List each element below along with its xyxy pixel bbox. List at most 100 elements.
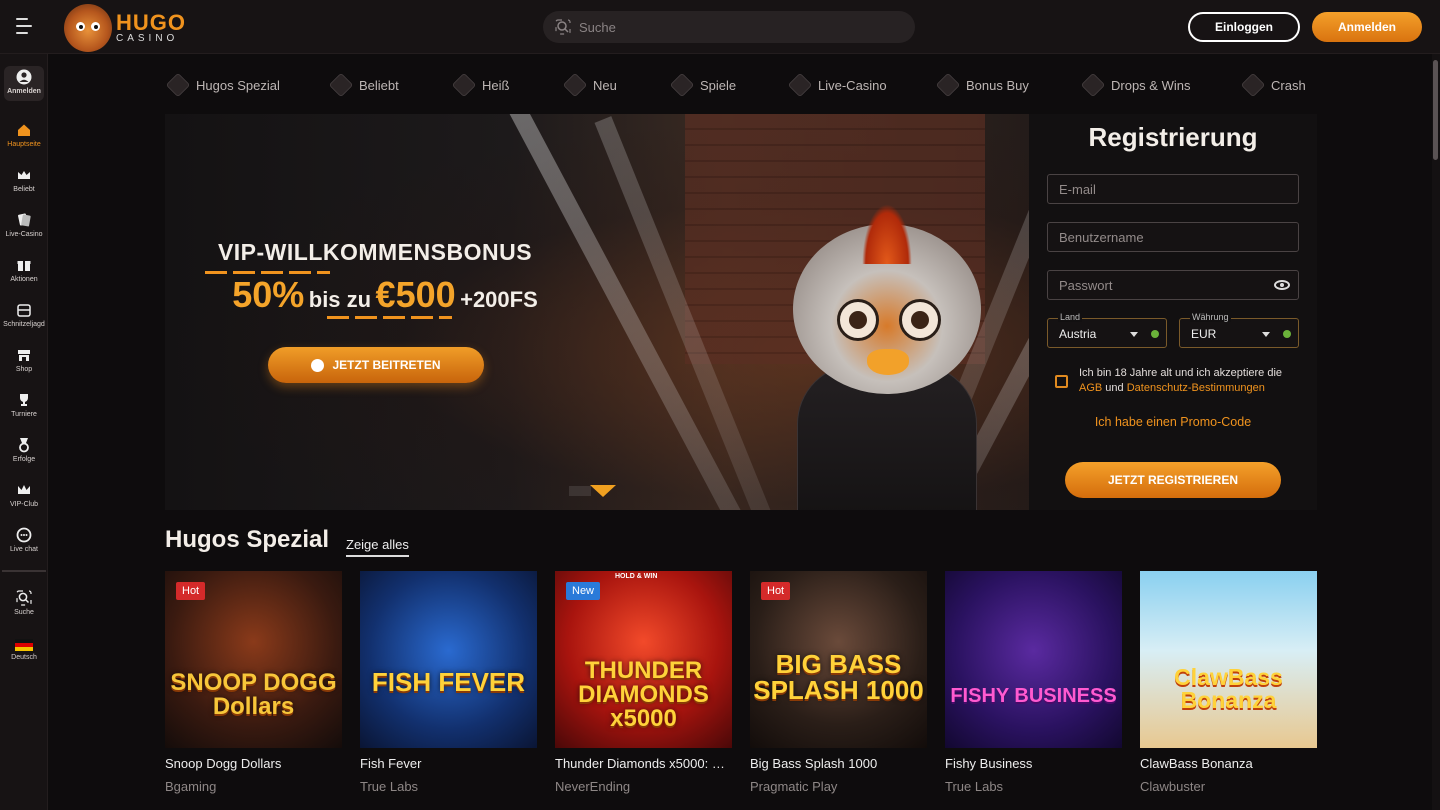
currency-select[interactable]: Währung EUR [1179,312,1299,348]
hot-badge: Hot [176,582,206,600]
section-title: Hugos Spezial [165,526,330,553]
sidebar-item-search[interactable]: Suche [0,590,48,616]
category-label: Heiß [482,77,510,93]
sidebar-item-beliebt[interactable]: Beliebt [0,167,48,193]
banner-divider [327,316,452,319]
category-beliebt[interactable]: Beliebt [328,72,452,98]
signup-button[interactable]: Anmelden [1312,12,1422,42]
drops-icon [1080,72,1106,98]
password-input[interactable] [1059,277,1269,293]
sidebar-login-label: Anmelden [7,88,41,95]
password-field[interactable] [1047,270,1299,300]
country-caption: Land [1058,312,1083,322]
sidebar-item-turniere[interactable]: Turniere [0,392,48,418]
banner-amount: €500 [375,274,456,315]
category-neu[interactable]: Neu [562,72,670,98]
banner-prev-indicator[interactable] [569,486,591,496]
game-card[interactable]: BIG BASS SPLASH 1000 Hot Big Bass Splash… [750,571,927,794]
valid-check-icon [1151,330,1159,338]
page-scrollbar[interactable] [1432,54,1440,810]
game-provider: True Labs [945,779,1004,794]
country-select[interactable]: Land Austria [1047,312,1167,348]
search-input[interactable] [579,19,879,35]
registration-title: Registrierung [1088,122,1258,152]
sidebar-item-label: Shop [15,366,33,373]
join-now-button[interactable]: JETZT BEITRETEN [268,347,484,383]
category-crash[interactable]: Crash [1240,72,1311,98]
category-drops-wins[interactable]: Drops & Wins [1080,72,1241,98]
cards-icon [787,72,813,98]
flame-icon [451,72,477,98]
game-provider: Pragmatic Play [750,779,838,794]
login-button[interactable]: Einloggen [1188,12,1300,42]
game-name: Thunder Diamonds x5000: Ho... [555,756,732,771]
category-label: Neu [593,77,617,93]
category-label: Beliebt [359,77,399,93]
terms-checkbox[interactable] [1055,375,1068,388]
email-input[interactable] [1059,181,1269,197]
chevron-down-icon[interactable] [590,485,616,497]
game-name: Fishy Business [945,756,1033,771]
promo-code-link[interactable]: Ich habe einen Promo-Code [1029,415,1317,429]
promo-banner[interactable]: VIP-WILLKOMMENSBONUS 50% bis zu €500 +20… [165,114,1029,510]
user-icon [16,69,32,85]
sidebar-item-live-casino[interactable]: Live-Casino [0,212,48,238]
game-thumbnail[interactable]: BIG BASS SPLASH 1000 Hot [750,571,927,748]
crown-icon [328,72,354,98]
game-thumbnail[interactable]: FISH FEVER [360,571,537,748]
join-now-label: JETZT BEITRETEN [332,358,441,372]
game-thumbnail[interactable]: SNOOP DOGG Dollars Hot [165,571,342,748]
sidebar-item-label: Live chat [9,546,39,553]
category-hugos-spezial[interactable]: Hugos Spezial [165,72,329,98]
game-card[interactable]: HOLD & WIN THUNDER DIAMONDS x5000 New Th… [555,571,732,794]
home-icon [18,124,30,136]
sidebar-login[interactable]: Anmelden [4,66,44,101]
email-field[interactable] [1047,174,1299,204]
category-heiss[interactable]: Heiß [451,72,563,98]
game-thumbnail[interactable]: FISHY BUSINESS [945,571,1122,748]
agb-link[interactable]: AGB [1079,382,1102,394]
game-provider: Bgaming [165,779,217,794]
rocket-icon [1240,72,1266,98]
logo-text-casino: CASINO [116,33,179,44]
chevron-down-icon [1262,332,1270,337]
game-card[interactable]: FISH FEVER Fish Fever True Labs [360,571,537,794]
game-card[interactable]: ClawBass Bonanza ClawBass Bonanza Clawbu… [1140,571,1317,794]
show-all-link[interactable]: Zeige alles [346,537,409,557]
sidebar-item-language[interactable]: Deutsch [0,639,48,661]
sidebar-item-live-chat[interactable]: Live chat [0,527,48,553]
category-live-casino[interactable]: Live-Casino [787,72,936,98]
sidebar-item-label: VIP-Club [9,501,38,508]
username-input[interactable] [1059,229,1269,245]
hold-and-win-tag: HOLD & WIN [615,573,658,580]
medal-icon [19,438,29,453]
game-thumbnail[interactable]: ClawBass Bonanza [1140,571,1317,748]
sidebar-item-label: Erfolge [12,456,36,463]
sidebar-item-label: Deutsch [11,654,37,661]
sidebar-item-aktionen[interactable]: Aktionen [0,257,48,283]
sidebar-item-schnitzeljagd[interactable]: Schnitzeljagd [0,302,48,328]
sidebar-item-hauptseite[interactable]: Hauptseite [0,122,48,148]
category-bonus-buy[interactable]: Bonus Buy [935,72,1081,98]
game-card[interactable]: SNOOP DOGG Dollars Hot Snoop Dogg Dollar… [165,571,342,794]
logo[interactable]: HUGO CASINO [64,4,186,52]
privacy-link[interactable]: Datenschutz-Bestimmungen [1127,382,1265,394]
game-thumbnail[interactable]: HOLD & WIN THUNDER DIAMONDS x5000 New [555,571,732,748]
search-bar[interactable] [543,11,915,43]
sidebar-item-vip-club[interactable]: VIP-Club [0,482,48,508]
crown-icon [18,171,30,179]
scrollbar-thumb[interactable] [1433,60,1438,160]
country-value: Austria [1059,327,1097,341]
terms-and: und [1105,382,1124,394]
menu-toggle-icon[interactable] [16,18,38,36]
show-password-icon[interactable] [1274,280,1290,290]
vip-crown-icon [18,485,30,494]
category-spiele[interactable]: Spiele [669,72,788,98]
game-card[interactable]: FISHY BUSINESS Fishy Business True Labs [945,571,1122,794]
game-art-title: THUNDER DIAMONDS x5000 [578,657,709,732]
username-field[interactable] [1047,222,1299,252]
sidebar-item-shop[interactable]: Shop [0,347,48,373]
sidebar-item-erfolge[interactable]: Erfolge [0,437,48,463]
register-button[interactable]: JETZT REGISTRIEREN [1065,462,1281,498]
banner-offer: 50% bis zu €500 +200FS [205,274,565,316]
